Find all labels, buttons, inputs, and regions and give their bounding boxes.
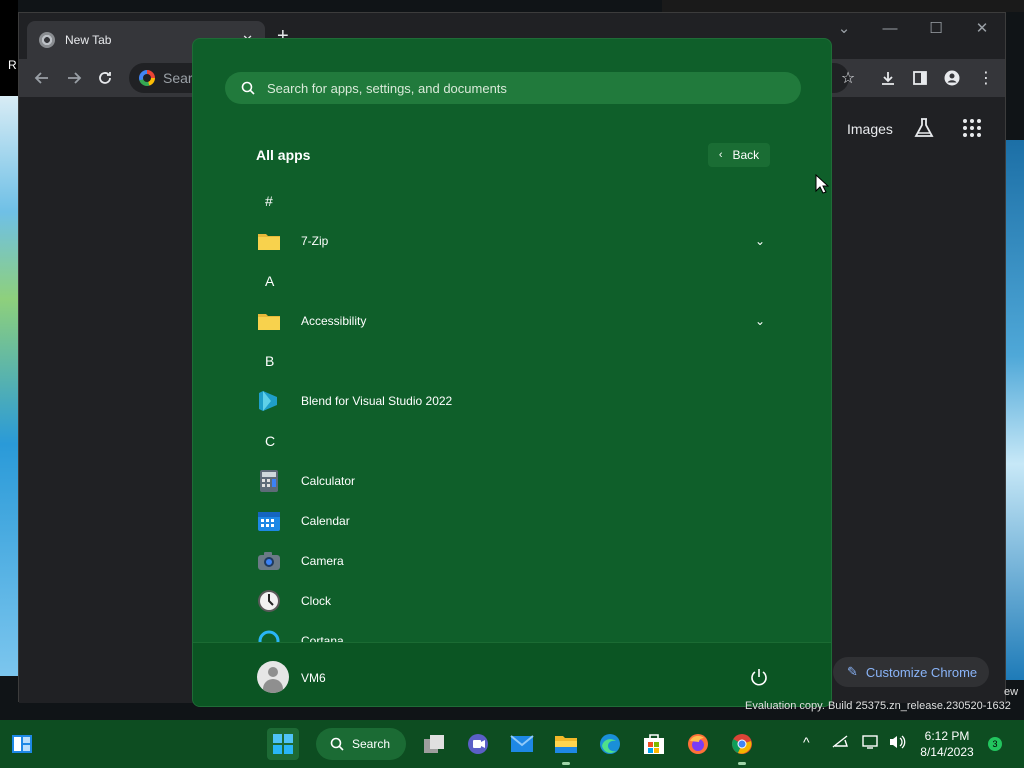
chrome-menu-icon[interactable]: ⋮ — [975, 67, 997, 89]
all-apps-title: All apps — [256, 147, 311, 163]
mail-icon[interactable] — [506, 728, 538, 760]
customize-chrome-button[interactable]: ✎ Customize Chrome — [833, 657, 989, 687]
start-search-box[interactable]: Search for apps, settings, and documents — [225, 72, 801, 104]
bookmark-star-icon[interactable]: ☆ — [837, 67, 859, 89]
clock-icon — [258, 590, 280, 612]
letter-header-hash[interactable]: # — [193, 181, 831, 221]
letter-header-c[interactable]: C — [193, 421, 831, 461]
show-hidden-icons-chevron[interactable]: ^ — [803, 734, 810, 750]
volume-icon[interactable] — [888, 734, 906, 753]
maximize-button[interactable]: ☐ — [913, 13, 959, 43]
start-button[interactable] — [267, 728, 299, 760]
forward-arrow-icon[interactable] — [63, 67, 85, 89]
evaluation-watermark: Evaluation copy. Build 25375.zn_release.… — [745, 700, 1011, 712]
search-icon — [241, 81, 255, 95]
taskbar-search-button[interactable]: Search — [316, 728, 406, 760]
app-item-calendar[interactable]: Calendar — [193, 501, 831, 541]
clock-date: 8/14/2023 — [920, 745, 974, 759]
edge-icon[interactable] — [594, 728, 626, 760]
back-button[interactable]: ‹ Back — [708, 143, 770, 167]
app-item-7zip[interactable]: 7-Zip ⌄ — [193, 221, 831, 261]
start-search-placeholder: Search for apps, settings, and documents — [267, 80, 507, 96]
chrome-taskbar-icon[interactable] — [726, 728, 758, 760]
cortana-icon — [258, 630, 280, 643]
task-view-icon[interactable] — [418, 728, 450, 760]
user-avatar[interactable] — [257, 661, 289, 693]
display-network-icon[interactable] — [862, 734, 880, 753]
desktop-wallpaper-right — [1006, 140, 1024, 680]
app-item-calculator[interactable]: Calculator — [193, 461, 831, 501]
file-explorer-running-indicator — [562, 762, 570, 765]
teams-chat-icon[interactable] — [462, 728, 494, 760]
reload-icon[interactable] — [94, 67, 116, 89]
desktop-top-left — [0, 0, 18, 96]
chevron-down-icon[interactable]: ⌄ — [755, 234, 765, 248]
desktop-top-right — [662, 0, 1024, 12]
window-controls: ⌄ — ☐ ✕ — [821, 13, 1005, 43]
side-panel-icon[interactable] — [909, 67, 931, 89]
mouse-cursor-icon — [815, 174, 829, 194]
folder-icon — [258, 234, 280, 250]
taskbar-search-label: Search — [352, 737, 391, 751]
customize-chrome-label: Customize Chrome — [865, 664, 978, 680]
app-item-clock[interactable]: Clock — [193, 581, 831, 621]
chevron-down-icon[interactable]: ⌄ — [755, 314, 765, 328]
search-icon — [330, 737, 344, 751]
power-icon[interactable] — [749, 667, 769, 687]
app-item-camera[interactable]: Camera — [193, 541, 831, 581]
camera-icon — [258, 552, 280, 570]
labs-flask-icon[interactable] — [913, 117, 935, 139]
user-name[interactable]: VM6 — [301, 671, 326, 685]
chrome-favicon-icon — [39, 32, 55, 48]
app-item-blend[interactable]: Blend for Visual Studio 2022 — [193, 381, 831, 421]
back-arrow-icon[interactable] — [31, 67, 53, 89]
desktop-icon-label: R — [8, 58, 17, 72]
back-label: Back — [732, 148, 760, 162]
profile-icon[interactable] — [941, 67, 963, 89]
minimize-button[interactable]: — — [867, 13, 913, 43]
letter-header-a[interactable]: A — [193, 261, 831, 301]
google-apps-icon[interactable] — [963, 119, 981, 137]
widgets-icon[interactable] — [6, 728, 38, 760]
system-clock[interactable]: 6:12 PM 8/14/2023 — [918, 728, 976, 760]
firefox-icon[interactable] — [682, 728, 714, 760]
images-link[interactable]: Images — [847, 121, 893, 137]
calculator-icon — [260, 470, 278, 492]
chevron-left-icon: ‹ — [718, 149, 723, 161]
watermark-tail: ew — [1004, 686, 1019, 698]
microsoft-store-icon[interactable] — [638, 728, 670, 760]
app-list: # 7-Zip ⌄ A Accessibility ⌄ B Blend for … — [193, 181, 831, 643]
download-icon[interactable] — [877, 67, 899, 89]
desktop-wallpaper-left — [0, 96, 18, 676]
letter-header-b[interactable]: B — [193, 341, 831, 381]
pencil-icon: ✎ — [847, 664, 858, 679]
folder-icon — [258, 314, 280, 330]
close-window-button[interactable]: ✕ — [959, 13, 1005, 43]
blend-icon — [259, 391, 277, 411]
network-status-icon[interactable] — [832, 734, 850, 753]
app-item-accessibility[interactable]: Accessibility ⌄ — [193, 301, 831, 341]
app-item-cortana[interactable]: Cortana — [193, 621, 831, 643]
clock-time: 6:12 PM — [924, 729, 970, 743]
notification-badge[interactable]: 3 — [988, 737, 1002, 751]
calendar-icon — [258, 512, 280, 531]
chrome-running-indicator — [738, 762, 746, 765]
google-logo-icon — [139, 70, 155, 86]
file-explorer-icon[interactable] — [550, 728, 582, 760]
start-menu: Search for apps, settings, and documents… — [192, 38, 832, 707]
start-footer: VM6 — [193, 642, 831, 706]
taskbar: Search ^ 6:12 PM 8/14/2023 3 — [0, 720, 1024, 768]
